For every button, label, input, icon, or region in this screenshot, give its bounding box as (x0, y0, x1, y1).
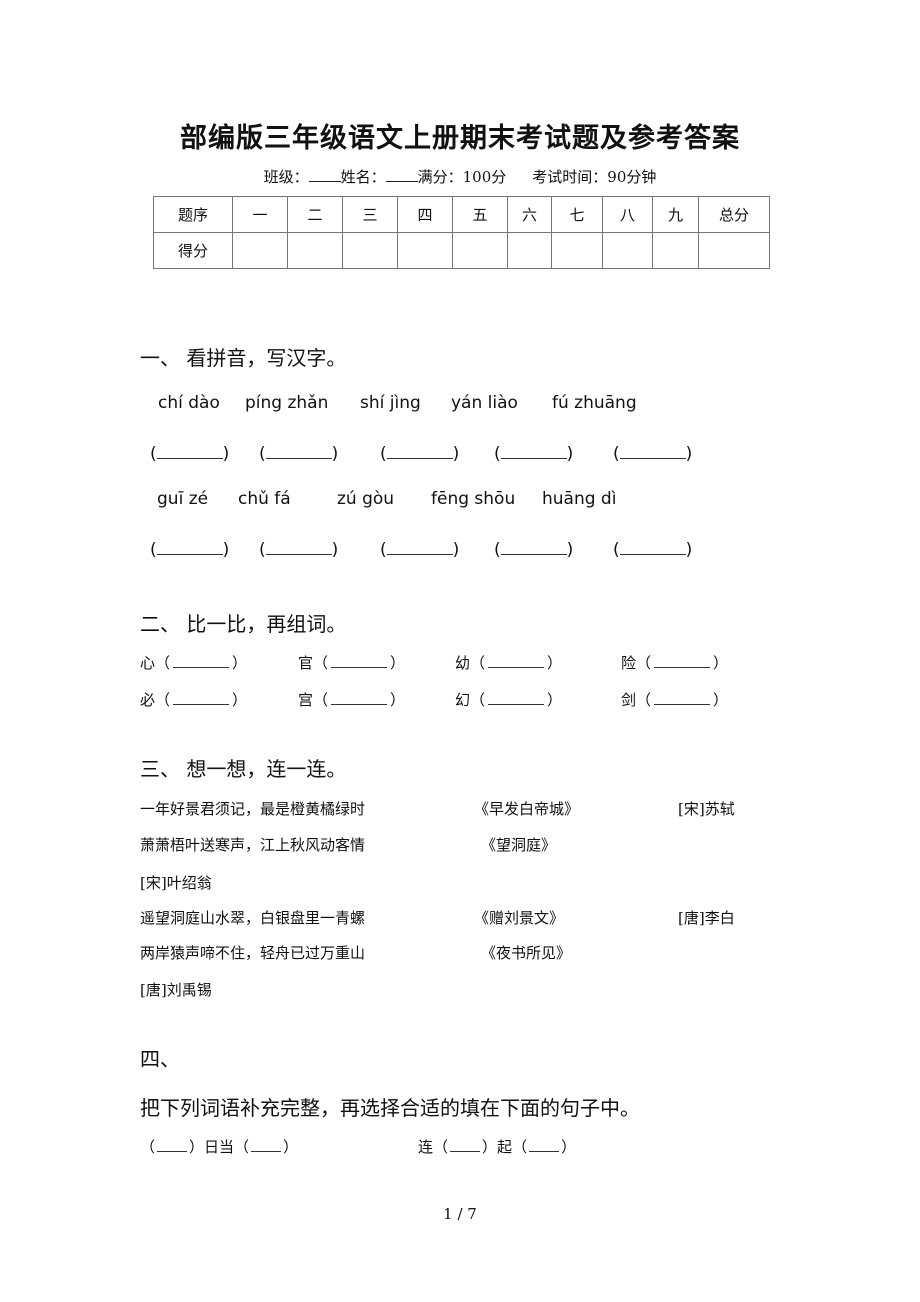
header-cell: 三 (342, 196, 398, 233)
poem-author: [唐]刘禹锡 (140, 981, 212, 999)
pinyin-item: chǔ fá (238, 489, 291, 509)
page-number: 1 / 7 (443, 1205, 477, 1223)
answer-blank[interactable]: () (494, 442, 573, 464)
score-cell[interactable] (507, 232, 552, 269)
score-cell[interactable] (652, 232, 699, 269)
poem-author: [宋]苏轼 (678, 800, 735, 818)
poem-title: 《赠刘景文》 (474, 909, 565, 927)
answer-blank[interactable]: () (380, 538, 459, 560)
compare-word-item[interactable]: 幼（） (455, 652, 562, 673)
score-cell[interactable] (698, 232, 770, 269)
pinyin-item: fú zhuāng (552, 393, 637, 413)
compare-word-item[interactable]: 宫（） (298, 689, 405, 710)
header-cell: 一 (232, 196, 288, 233)
header-cell: 七 (551, 196, 603, 233)
q1-heading: 一、 看拼音，写汉字。 (140, 346, 347, 370)
pinyin-item: fēng shōu (431, 489, 516, 509)
answer-blank[interactable]: () (259, 538, 338, 560)
name-label: 姓名： (340, 168, 386, 186)
score-table: 题序 一 二 三 四 五 六 七 八 九 总分 得分 (153, 196, 770, 269)
answer-blank[interactable]: () (613, 538, 692, 560)
score-cell[interactable] (342, 232, 398, 269)
poem-title: 《夜书所见》 (481, 944, 572, 962)
compare-word-item[interactable]: 必（） (140, 689, 247, 710)
name-blank (385, 167, 418, 182)
score-table-header-row: 题序 一 二 三 四 五 六 七 八 九 总分 (153, 196, 770, 233)
q4-heading: 四、 (140, 1047, 180, 1071)
compare-word-item[interactable]: 险（） (621, 652, 728, 673)
header-cell: 二 (287, 196, 343, 233)
q3-heading: 三、 想一想，连一连。 (140, 757, 347, 781)
header-cell: 六 (507, 196, 552, 233)
pinyin-item: píng zhǎn (245, 393, 329, 413)
header-cell: 总分 (698, 196, 770, 233)
poem-line: 一年好景君须记，最是橙黄橘绿时 (140, 800, 366, 818)
poem-author: [唐]李白 (678, 909, 735, 927)
answer-blank[interactable]: () (613, 442, 692, 464)
idiom-fill-item[interactable]: 连（ ）起（） (418, 1136, 576, 1157)
document-title: 部编版三年级语文上册期末考试题及参考答案 (180, 123, 740, 154)
answer-blank[interactable]: () (494, 538, 573, 560)
compare-word-item[interactable]: 心（） (140, 652, 247, 673)
exam-meta: 班级： 姓名： 满分：100分 考试时间：90分钟 (0, 166, 920, 187)
header-cell: 题序 (153, 196, 233, 233)
poem-title: 《早发白帝城》 (474, 800, 580, 818)
pinyin-item: chí dào (158, 393, 220, 413)
pinyin-item: shí jìng (360, 393, 421, 413)
header-cell: 八 (602, 196, 653, 233)
poem-line: 萧萧梧叶送寒声，江上秋风动客情 (140, 836, 366, 854)
class-blank (308, 167, 341, 182)
header-cell: 九 (652, 196, 699, 233)
exam-time: 考试时间：90分钟 (532, 168, 657, 186)
answer-blank[interactable]: () (150, 442, 229, 464)
idiom-fill-item[interactable]: （）日当（） (140, 1136, 298, 1157)
answer-blank[interactable]: () (259, 442, 338, 464)
q4-instruction: 把下列词语补充完整，再选择合适的填在下面的句子中。 (140, 1096, 640, 1120)
score-cell[interactable] (452, 232, 508, 269)
score-cell[interactable] (551, 232, 603, 269)
poem-title: 《望洞庭》 (481, 836, 557, 854)
full-score: 满分：100分 (417, 168, 507, 186)
score-cell[interactable] (287, 232, 343, 269)
compare-word-item[interactable]: 幻（） (455, 689, 562, 710)
header-cell: 五 (452, 196, 508, 233)
score-cell[interactable] (397, 232, 453, 269)
poem-line: 两岸猿声啼不住，轻舟已过万重山 (140, 944, 366, 962)
score-cell[interactable] (602, 232, 653, 269)
class-label: 班级： (263, 168, 309, 186)
pinyin-item: yán liào (451, 393, 518, 413)
row-label: 得分 (153, 232, 233, 269)
pinyin-item: zú gòu (337, 489, 395, 509)
compare-word-item[interactable]: 剑（） (621, 689, 728, 710)
header-cell: 四 (397, 196, 453, 233)
answer-blank[interactable]: () (380, 442, 459, 464)
answer-blank[interactable]: () (150, 538, 229, 560)
poem-line: 遥望洞庭山水翠，白银盘里一青螺 (140, 909, 366, 927)
poem-author: [宋]叶绍翁 (140, 874, 212, 892)
score-table-score-row: 得分 (153, 232, 770, 269)
compare-word-item[interactable]: 官（） (298, 652, 405, 673)
pinyin-item: guī zé (157, 489, 209, 509)
pinyin-item: huāng dì (542, 489, 617, 509)
score-cell[interactable] (232, 232, 288, 269)
q2-heading: 二、 比一比，再组词。 (140, 612, 347, 636)
